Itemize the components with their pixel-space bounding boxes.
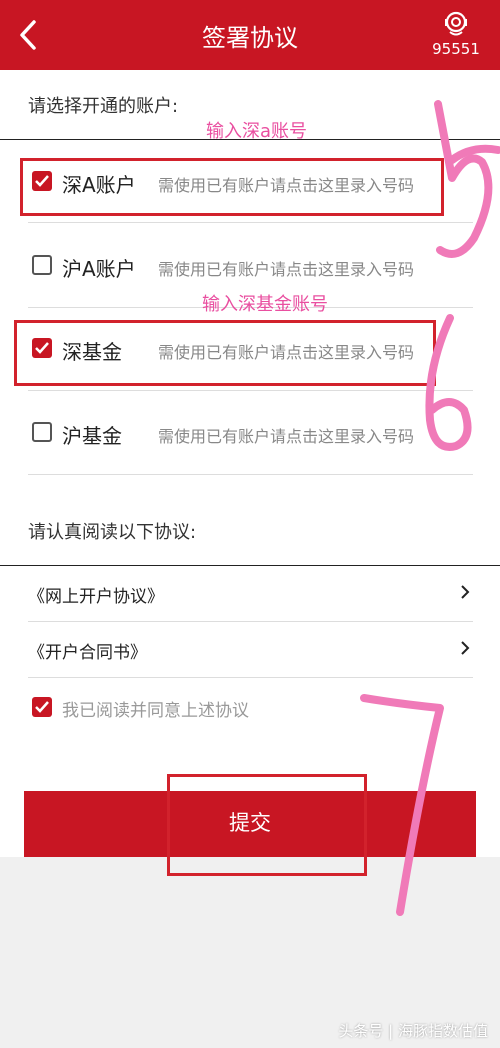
- account-name: 沪A账户: [62, 257, 136, 281]
- check-icon: [35, 701, 49, 713]
- headset-icon: [445, 11, 467, 36]
- row-divider: [28, 677, 473, 678]
- checkbox-unchecked[interactable]: [32, 422, 52, 442]
- account-hint[interactable]: 需使用已有账户请点击这里录入号码: [158, 423, 448, 447]
- annotation-box: [20, 158, 444, 216]
- agreement-link[interactable]: 《开户合同书》: [28, 638, 147, 663]
- agreement-row-online[interactable]: 《网上开户协议》: [0, 566, 500, 622]
- header-bar: 签署协议 95551: [0, 0, 500, 70]
- annotation-note: 输入深a账号: [206, 121, 308, 142]
- watermark-text: 头条号 | 海豚指数估值: [338, 1022, 488, 1040]
- row-divider: [28, 390, 473, 391]
- page-title: 签署协议: [202, 24, 298, 52]
- annotation-box: [167, 774, 367, 876]
- agreement-link[interactable]: 《网上开户协议》: [28, 582, 164, 607]
- checkbox-unchecked[interactable]: [32, 255, 52, 275]
- row-divider: [28, 222, 473, 223]
- account-row-sh-fund[interactable]: 沪基金 需使用已有账户请点击这里录入号码: [0, 392, 500, 472]
- agreement-row-contract[interactable]: 《开户合同书》: [0, 622, 500, 678]
- agreements-section-label: 请认真阅读以下协议:: [28, 522, 197, 543]
- chevron-right-icon: [461, 585, 470, 599]
- chevron-right-icon: [461, 641, 470, 655]
- customer-service-button[interactable]: 95551: [426, 8, 486, 58]
- accounts-section-label: 请选择开通的账户:: [28, 96, 179, 117]
- confirm-label: 我已阅读并同意上述协议: [62, 701, 249, 721]
- confirm-checkbox[interactable]: [32, 697, 52, 717]
- row-divider: [28, 474, 473, 475]
- phone-number: 95551: [432, 40, 480, 58]
- account-name: 沪基金: [62, 424, 122, 448]
- annotation-note: 输入深基金账号: [202, 294, 328, 315]
- annotation-box: [14, 320, 436, 386]
- account-hint[interactable]: 需使用已有账户请点击这里录入号码: [158, 256, 448, 280]
